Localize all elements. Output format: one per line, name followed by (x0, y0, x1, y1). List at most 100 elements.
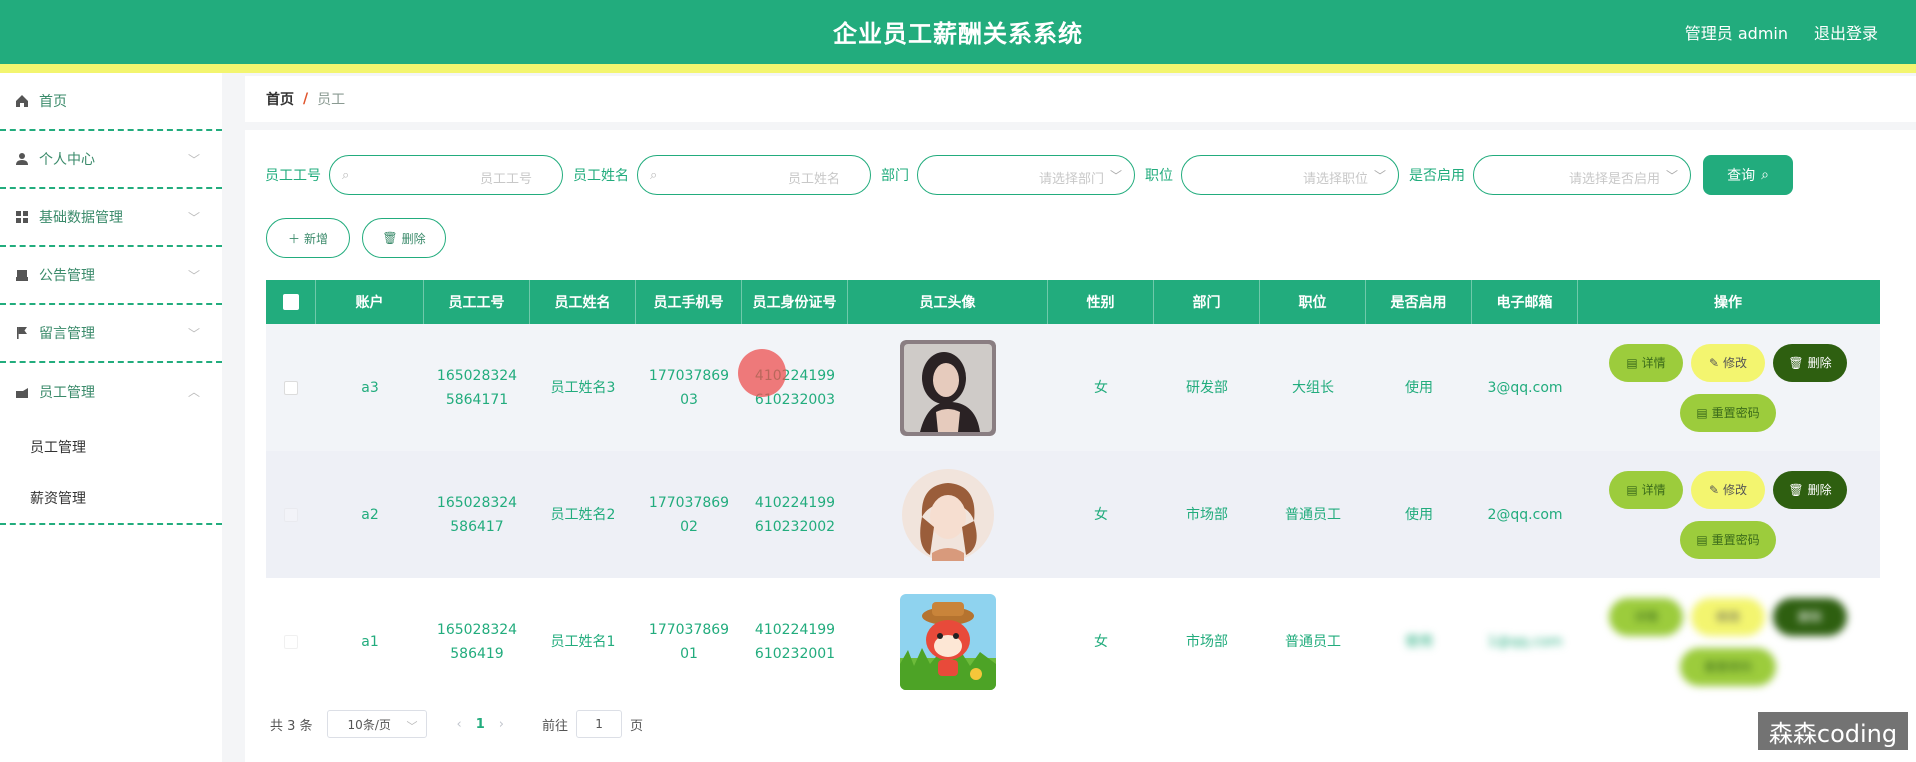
doc-icon: ▤ (1626, 355, 1638, 370)
reset-password-button[interactable]: 重置密码 (1680, 647, 1776, 686)
avatar (902, 468, 994, 561)
reset-password-button[interactable]: ▤ 重置密码 (1680, 520, 1776, 559)
detail-button[interactable]: ▤ 详情 (1609, 343, 1683, 382)
chevron-down-icon: ﹀ (187, 153, 200, 167)
page-suffix: 页 (630, 718, 644, 734)
emp-name-label: 员工姓名 (573, 168, 629, 184)
staff-icon (14, 384, 30, 400)
sidebar-item-staff[interactable]: 员工管理 ︿ (0, 363, 222, 421)
search-icon: ⌕ (1761, 167, 1769, 183)
edit-label: 修改 (1715, 609, 1740, 624)
breadcrumb-home[interactable]: 首页 (266, 89, 294, 109)
delete-button[interactable]: 删除 (1773, 597, 1847, 636)
pagination: 共 3 条 10条/页 ﹀ ‹ 1 › 前往 1 页 (270, 710, 643, 738)
pos-label: 职位 (1145, 168, 1173, 184)
enabled-select[interactable]: 请选择是否启用 ﹀ (1473, 155, 1691, 195)
page-number[interactable]: 1 (476, 717, 485, 732)
cell-emp-no: 1650283245864171 (436, 367, 518, 408)
breadcrumb: 首页 / 员工 (245, 76, 1916, 122)
sidebar: 首页 个人中心 ﹀ 基础数据管理 ﹀ 公告管理 ﹀ 留言管理 ﹀ 员工管理 ︿ … (0, 73, 222, 762)
trash-icon: 🗑 (1788, 482, 1804, 497)
search-icon: ⌕ (342, 168, 350, 183)
home-icon (14, 93, 30, 109)
sidebar-subitem-salary-manage[interactable]: 薪资管理 (0, 472, 222, 523)
query-button[interactable]: 查询 ⌕ (1703, 155, 1793, 195)
sidebar-item-notice[interactable]: 公告管理 ﹀ (0, 247, 222, 305)
chevron-down-icon: ﹀ (187, 269, 200, 283)
reset-label: 重置密码 (1711, 405, 1760, 420)
cell-email: 1@qq.com (1487, 633, 1563, 650)
chevron-up-icon: ︿ (187, 385, 200, 399)
batch-delete-button[interactable]: 🗑 删除 (362, 218, 446, 258)
watermark: 森森coding (1758, 712, 1908, 750)
goto-page-input[interactable]: 1 (576, 710, 623, 738)
current-user: 管理员 admin (1684, 24, 1788, 43)
column-header: 员工头像 (848, 280, 1048, 324)
sidebar-item-label: 首页 (39, 94, 67, 110)
cell-name: 员工姓名1 (550, 633, 616, 650)
page-size-select[interactable]: 10条/页 ﹀ (326, 710, 427, 738)
sidebar-item-personal[interactable]: 个人中心 ﹀ (0, 131, 222, 189)
dept-select[interactable]: 请选择部门 ﹀ (917, 155, 1135, 195)
page-size-value: 10条/页 (347, 717, 391, 732)
delete-button[interactable]: 🗑 删除 (1773, 343, 1847, 382)
cell-email: 2@qq.com (1487, 506, 1563, 523)
detail-button[interactable]: 详情 (1609, 597, 1683, 636)
column-header: 操作 (1714, 295, 1742, 311)
staff-submenu: 员工管理 薪资管理 (0, 421, 222, 525)
row-select-cell (266, 578, 316, 705)
edit-button[interactable]: ✎ 修改 (1691, 343, 1765, 382)
sidebar-item-label: 员工管理 (39, 385, 95, 401)
edit-button[interactable]: 修改 (1691, 597, 1765, 636)
detail-button[interactable]: ▤ 详情 (1609, 470, 1683, 509)
next-page-icon[interactable]: › (499, 717, 504, 732)
sidebar-item-label: 基础数据管理 (39, 210, 123, 226)
reset-label: 重置密码 (1703, 659, 1752, 674)
column-header: 员工身份证号 (742, 280, 848, 324)
cell-account: a2 (361, 506, 379, 523)
cell-gender: 女 (1094, 379, 1108, 396)
prev-page-icon[interactable]: ‹ (457, 717, 462, 732)
breadcrumb-current: 员工 (317, 92, 346, 108)
sidebar-item-message[interactable]: 留言管理 ﹀ (0, 305, 222, 363)
row-checkbox[interactable] (284, 634, 298, 649)
sidebar-subitem-staff-manage[interactable]: 员工管理 (0, 421, 222, 472)
trash-icon: 🗑 (382, 231, 398, 245)
chevron-down-icon: ﹀ (1665, 169, 1678, 183)
emp-no-label: 员工工号 (265, 168, 321, 184)
select-all-checkbox[interactable] (282, 294, 299, 310)
sidebar-item-home[interactable]: 首页 (0, 73, 222, 131)
reset-password-button[interactable]: ▤ 重置密码 (1680, 393, 1776, 432)
edit-label: 修改 (1723, 355, 1748, 370)
cell-phone: 17703786903 (648, 367, 730, 408)
cell-dept: 市场部 (1186, 506, 1228, 523)
row-checkbox[interactable] (284, 507, 298, 522)
emp-name-input[interactable]: ⌕ 员工姓名 (637, 155, 871, 195)
delete-button[interactable]: 🗑 删除 (1773, 470, 1847, 509)
cell-phone: 17703786901 (648, 621, 730, 662)
row-checkbox[interactable] (284, 380, 298, 395)
chevron-down-icon: ﹀ (1109, 169, 1122, 183)
trash-icon: 🗑 (1788, 355, 1804, 370)
emp-no-input[interactable]: ⌕ 员工工号 (329, 155, 563, 195)
search-icon: ⌕ (650, 168, 658, 183)
column-header: 员工姓名 (530, 280, 636, 324)
cell-email: 3@qq.com (1487, 379, 1563, 396)
delete-label: 删除 (401, 231, 426, 246)
total-count: 共 3 条 (270, 718, 313, 734)
sidebar-item-label: 留言管理 (39, 326, 95, 342)
enabled-placeholder: 请选择是否启用 (1568, 172, 1660, 187)
edit-button[interactable]: ✎ 修改 (1691, 470, 1765, 509)
cell-phone: 17703786902 (648, 494, 730, 535)
sidebar-item-basic-data[interactable]: 基础数据管理 ﹀ (0, 189, 222, 247)
pos-select[interactable]: 请选择职位 ﹀ (1181, 155, 1399, 195)
edit-label: 修改 (1723, 482, 1748, 497)
cell-position: 普通员工 (1285, 633, 1341, 650)
add-button[interactable]: ＋ 新增 (266, 218, 350, 258)
detail-label: 详情 (1641, 482, 1666, 497)
row-select-cell (266, 451, 316, 578)
cell-ops: ▤ 详情 ✎ 修改 🗑 删除 ▤ 重置密码 (1578, 324, 1878, 451)
avatar (900, 593, 996, 690)
sidebar-item-label: 个人中心 (39, 152, 95, 168)
logout-link[interactable]: 退出登录 (1814, 20, 1878, 44)
